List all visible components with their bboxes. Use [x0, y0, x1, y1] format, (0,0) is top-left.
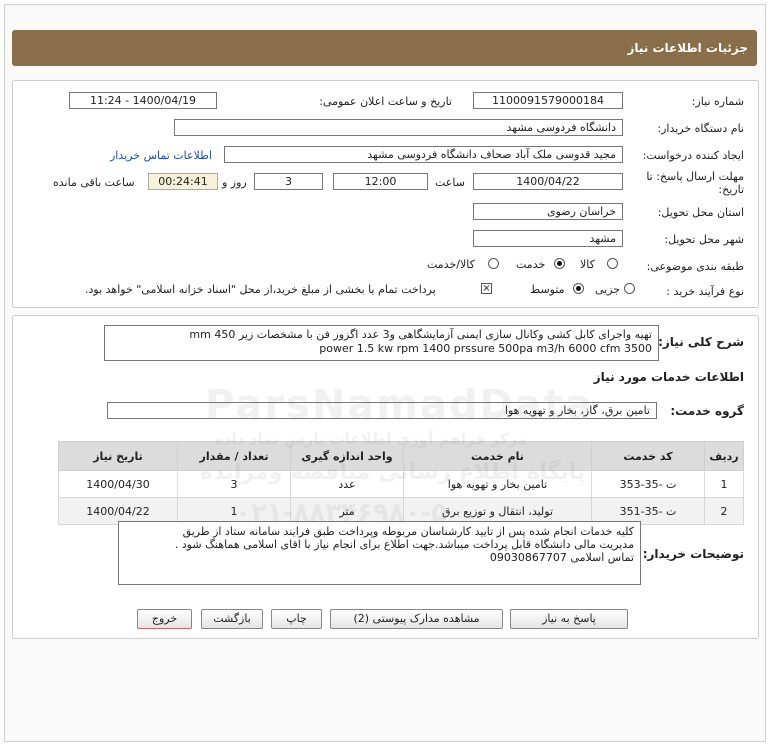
- days-label: روز و: [222, 176, 247, 189]
- deadline-label: مهلت ارسال پاسخ: تا: [646, 170, 744, 183]
- remaining-time-field: 00:24:41: [148, 173, 218, 190]
- service-group-label: گروه خدمت:: [670, 404, 744, 418]
- deadline-time-field: 12:00: [333, 173, 428, 190]
- buyer-notes-line-3: تماس اسلامی 09030867707: [489, 551, 634, 564]
- services-table: ردیف کد خدمت نام خدمت واحد اندازه گیری ت…: [58, 441, 744, 525]
- city-field: مشهد: [473, 230, 623, 247]
- contact-buyer-link[interactable]: اطلاعات تماس خریدار: [110, 149, 212, 162]
- service-group-field: تامین برق، گاز، بخار و تهویه هوا: [107, 402, 657, 419]
- announce-label: تاریخ و ساعت اعلان عمومی:: [319, 95, 452, 108]
- view-attachments-button[interactable]: مشاهده مدارک پیوستی (2): [330, 609, 503, 629]
- category-option-service: خدمت: [516, 258, 546, 271]
- buyer-notes-text: کلیه خدمات انجام شده پس از تایید کارشناس…: [118, 521, 641, 585]
- buyer-notes-line-1: کلیه خدمات انجام شده پس از تایید کارشناس…: [182, 525, 634, 538]
- service-name: تامین بخار و تهویه هوا: [403, 470, 592, 498]
- description-label: شرح کلی نیاز:: [658, 335, 744, 349]
- requester-label: ایجاد کننده درخواست:: [642, 149, 744, 162]
- service-qty: 3: [177, 470, 291, 498]
- announce-field: 1400/04/19 - 11:24: [69, 92, 217, 109]
- category-radio-goods-service[interactable]: [488, 258, 499, 269]
- exit-button[interactable]: خروج: [137, 609, 192, 629]
- row-number: 1: [704, 470, 744, 498]
- col-qty-header: تعداد / مقدار: [177, 441, 291, 471]
- category-option-goods-service: کالا/خدمت: [427, 258, 475, 271]
- province-label: استان محل تحویل:: [657, 206, 744, 219]
- need-number-field: 1100091579000184: [473, 92, 623, 109]
- buyer-notes-line-2: مدیریت مالی دانشگاه قابل پرداخت میباشد.ج…: [174, 538, 634, 551]
- col-row-header: ردیف: [704, 441, 744, 471]
- table-header-row: ردیف کد خدمت نام خدمت واحد اندازه گیری ت…: [58, 441, 744, 471]
- service-code: ت -35-353: [591, 470, 705, 498]
- table-row: 1 ت -35-353 تامین بخار و تهویه هوا عدد 3…: [58, 470, 744, 498]
- deadline-label-2: تاریخ:: [718, 183, 744, 196]
- category-radio-goods[interactable]: [607, 258, 618, 269]
- buyer-org-field: دانشگاه فردوسی مشهد: [174, 119, 623, 136]
- reply-button[interactable]: پاسخ به نیاز: [510, 609, 628, 629]
- service-date: 1400/04/30: [58, 470, 178, 498]
- description-line-2: power 1.5 kw rpm 1400 prssure 500pa m3/h…: [319, 342, 652, 355]
- payment-note: پرداخت تمام یا بخشی از مبلغ خرید،از محل …: [85, 283, 436, 296]
- col-name-header: نام خدمت: [403, 441, 592, 471]
- time-label: ساعت: [435, 176, 465, 189]
- buyer-org-label: نام دستگاه خریدار:: [657, 122, 744, 135]
- remaining-label: ساعت باقی مانده: [53, 176, 135, 189]
- category-option-goods: کالا: [580, 258, 595, 271]
- days-field: 3: [254, 173, 323, 190]
- treasury-checkbox[interactable]: ×: [481, 283, 492, 294]
- services-section-title: اطلاعات خدمات مورد نیاز: [593, 370, 744, 384]
- back-button[interactable]: بازگشت: [201, 609, 263, 629]
- process-option-minor: جزیی: [595, 283, 621, 296]
- col-code-header: کد خدمت: [591, 441, 705, 471]
- city-label: شهر محل تحویل:: [664, 233, 744, 246]
- page-title: جزئیات اطلاعات نیاز: [627, 41, 748, 55]
- description-line-1: تهیه واجرای کابل کشی وکانال سازی ایمنی آ…: [189, 328, 652, 341]
- print-button[interactable]: چاپ: [271, 609, 322, 629]
- description-text: تهیه واجرای کابل کشی وکانال سازی ایمنی آ…: [104, 325, 659, 361]
- deadline-date-field: 1400/04/22: [473, 173, 623, 190]
- process-radio-minor[interactable]: [624, 283, 635, 294]
- province-field: خراسان رضوی: [473, 203, 623, 220]
- col-date-header: تاریخ نیاز: [58, 441, 178, 471]
- service-unit: عدد: [290, 470, 404, 498]
- process-radio-medium[interactable]: [573, 283, 584, 294]
- col-unit-header: واحد اندازه گیری: [290, 441, 404, 471]
- category-label: طبقه بندی موضوعی:: [646, 260, 744, 273]
- buyer-notes-label: توضیحات خریدار:: [642, 547, 744, 561]
- info-panel: [12, 80, 759, 308]
- process-label: نوع فرآیند خرید :: [666, 285, 744, 298]
- process-option-medium: متوسط: [530, 283, 565, 296]
- row-number: 2: [704, 497, 744, 525]
- category-radio-service[interactable]: [554, 258, 565, 269]
- need-number-label: شماره نیاز:: [691, 95, 744, 108]
- requester-field: مجید قدوسی ملک آباد صحاف دانشگاه فردوسی …: [224, 146, 623, 163]
